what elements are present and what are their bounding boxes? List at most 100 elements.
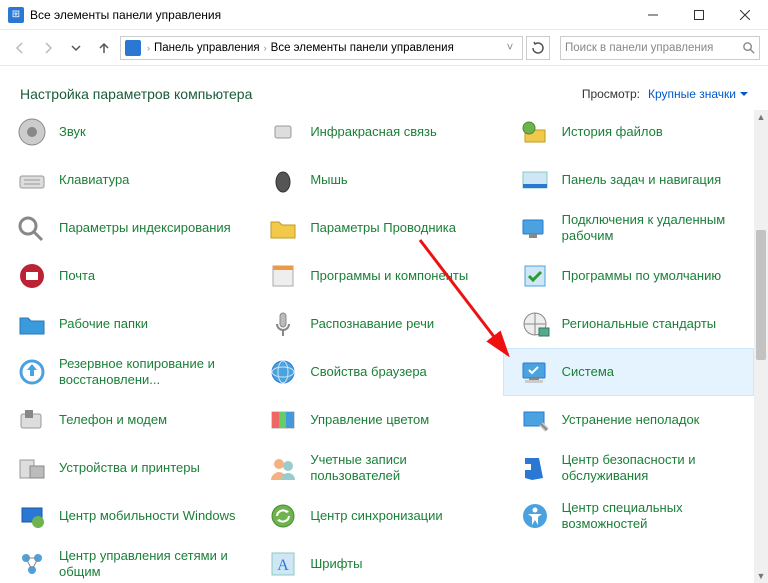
scroll-up-button[interactable]: ▲ xyxy=(754,110,768,124)
item-label: История файлов xyxy=(562,124,663,140)
control-panel-item[interactable]: Центр специальных возможностей xyxy=(503,492,754,540)
breadcrumb-segment[interactable]: Все элементы панели управления xyxy=(271,42,454,54)
minimize-button[interactable] xyxy=(630,0,676,30)
item-label: Учетные записи пользователей xyxy=(310,452,495,485)
control-panel-item[interactable]: Центр безопасности и обслуживания xyxy=(503,444,754,492)
vertical-scrollbar[interactable]: ▲ ▼ xyxy=(754,110,768,583)
users-icon xyxy=(266,451,300,485)
view-select-value: Крупные значки xyxy=(648,87,736,101)
security-icon xyxy=(518,451,552,485)
keyboard-icon xyxy=(15,163,49,197)
mail-icon xyxy=(15,259,49,293)
item-label: Телефон и модем xyxy=(59,412,167,428)
item-label: Рабочие папки xyxy=(59,316,148,332)
control-panel-item[interactable]: Центр синхронизации xyxy=(251,492,502,540)
scroll-down-button[interactable]: ▼ xyxy=(754,569,768,583)
item-label: Мышь xyxy=(310,172,347,188)
view-select[interactable]: Крупные значки xyxy=(648,87,748,101)
region-icon xyxy=(518,307,552,341)
control-panel-item[interactable]: Программы по умолчанию xyxy=(503,252,754,300)
item-label: Звук xyxy=(59,124,86,140)
control-panel-item[interactable]: Региональные стандарты xyxy=(503,300,754,348)
history-icon xyxy=(518,115,552,149)
up-button[interactable] xyxy=(92,36,116,60)
item-label: Резервное копирование и восстановлени... xyxy=(59,356,244,389)
item-label: Программы по умолчанию xyxy=(562,268,721,284)
mobility-icon xyxy=(15,499,49,533)
item-label: Параметры индексирования xyxy=(59,220,231,236)
control-panel-item[interactable]: Мышь xyxy=(251,156,502,204)
control-panel-item[interactable]: Шрифты xyxy=(251,540,502,583)
item-label: Программы и компоненты xyxy=(310,268,468,284)
control-panel-item[interactable]: Свойства браузера xyxy=(251,348,502,396)
chevron-right-icon[interactable]: › xyxy=(147,43,150,53)
internet-icon xyxy=(266,355,300,389)
item-label: Шрифты xyxy=(310,556,362,572)
indexing-icon xyxy=(15,211,49,245)
address-bar: › Панель управления › Все элементы панел… xyxy=(0,30,768,66)
control-panel-item[interactable]: Учетные записи пользователей xyxy=(251,444,502,492)
system-icon xyxy=(518,355,552,389)
control-panel-icon xyxy=(125,40,141,56)
item-label: Центр мобильности Windows xyxy=(59,508,236,524)
search-placeholder: Поиск в панели управления xyxy=(565,42,742,54)
scrollbar-thumb[interactable] xyxy=(756,230,766,360)
breadcrumb[interactable]: › Панель управления › Все элементы панел… xyxy=(120,36,523,60)
control-panel-item[interactable]: Резервное копирование и восстановлени... xyxy=(0,348,251,396)
control-panel-item[interactable]: Панель задач и навигация xyxy=(503,156,754,204)
speaker-icon xyxy=(15,115,49,149)
control-panel-icon: ⊞ xyxy=(8,7,24,23)
maximize-button[interactable] xyxy=(676,0,722,30)
search-icon xyxy=(742,41,755,54)
control-panel-item[interactable]: Параметры индексирования xyxy=(0,204,251,252)
programs-icon xyxy=(266,259,300,293)
control-panel-item[interactable]: Подключения к удаленным рабочим xyxy=(503,204,754,252)
mouse-icon xyxy=(266,163,300,197)
item-label: Подключения к удаленным рабочим xyxy=(562,212,747,245)
color-icon xyxy=(266,403,300,437)
control-panel-item[interactable]: Центр мобильности Windows xyxy=(0,492,251,540)
remote-icon xyxy=(518,211,552,245)
close-button[interactable] xyxy=(722,0,768,30)
item-label: Свойства браузера xyxy=(310,364,426,380)
item-label: Инфракрасная связь xyxy=(310,124,436,140)
chevron-right-icon[interactable]: › xyxy=(264,43,267,53)
item-label: Параметры Проводника xyxy=(310,220,456,236)
control-panel-item[interactable]: Телефон и модем xyxy=(0,396,251,444)
control-panel-item[interactable]: Программы и компоненты xyxy=(251,252,502,300)
control-panel-item[interactable]: Почта xyxy=(0,252,251,300)
item-label: Система xyxy=(562,364,614,380)
breadcrumb-segment[interactable]: Панель управления xyxy=(154,42,260,54)
control-panel-item[interactable]: Рабочие папки xyxy=(0,300,251,348)
control-panel-item[interactable]: Инфракрасная связь xyxy=(251,110,502,156)
control-panel-item[interactable]: Центр управления сетями и общим xyxy=(0,540,251,583)
devices-icon xyxy=(15,451,49,485)
control-panel-item[interactable]: Параметры Проводника xyxy=(251,204,502,252)
taskbar-icon xyxy=(518,163,552,197)
back-button[interactable] xyxy=(8,36,32,60)
ir-icon xyxy=(266,115,300,149)
control-panel-item[interactable]: Распознавание речи xyxy=(251,300,502,348)
sync-icon xyxy=(266,499,300,533)
control-panel-item[interactable]: Звук xyxy=(0,110,251,156)
folder-icon xyxy=(266,211,300,245)
control-panel-item[interactable]: Устройства и принтеры xyxy=(0,444,251,492)
item-label: Клавиатура xyxy=(59,172,129,188)
search-input[interactable]: Поиск в панели управления xyxy=(560,36,760,60)
control-panel-item[interactable]: Система xyxy=(503,348,754,396)
item-label: Распознавание речи xyxy=(310,316,434,332)
refresh-button[interactable] xyxy=(526,36,550,60)
header-row: Настройка параметров компьютера Просмотр… xyxy=(0,66,768,116)
troubleshoot-icon xyxy=(518,403,552,437)
forward-button[interactable] xyxy=(36,36,60,60)
control-panel-item[interactable]: Устранение неполадок xyxy=(503,396,754,444)
network-icon xyxy=(15,547,49,581)
control-panel-item[interactable]: История файлов xyxy=(503,110,754,156)
ease-icon xyxy=(518,499,552,533)
recent-locations-button[interactable] xyxy=(64,36,88,60)
fonts-icon xyxy=(266,547,300,581)
view-label: Просмотр: xyxy=(582,87,640,101)
control-panel-item[interactable]: Управление цветом xyxy=(251,396,502,444)
breadcrumb-dropdown-button[interactable]: ˅ xyxy=(502,42,518,54)
control-panel-item[interactable]: Клавиатура xyxy=(0,156,251,204)
